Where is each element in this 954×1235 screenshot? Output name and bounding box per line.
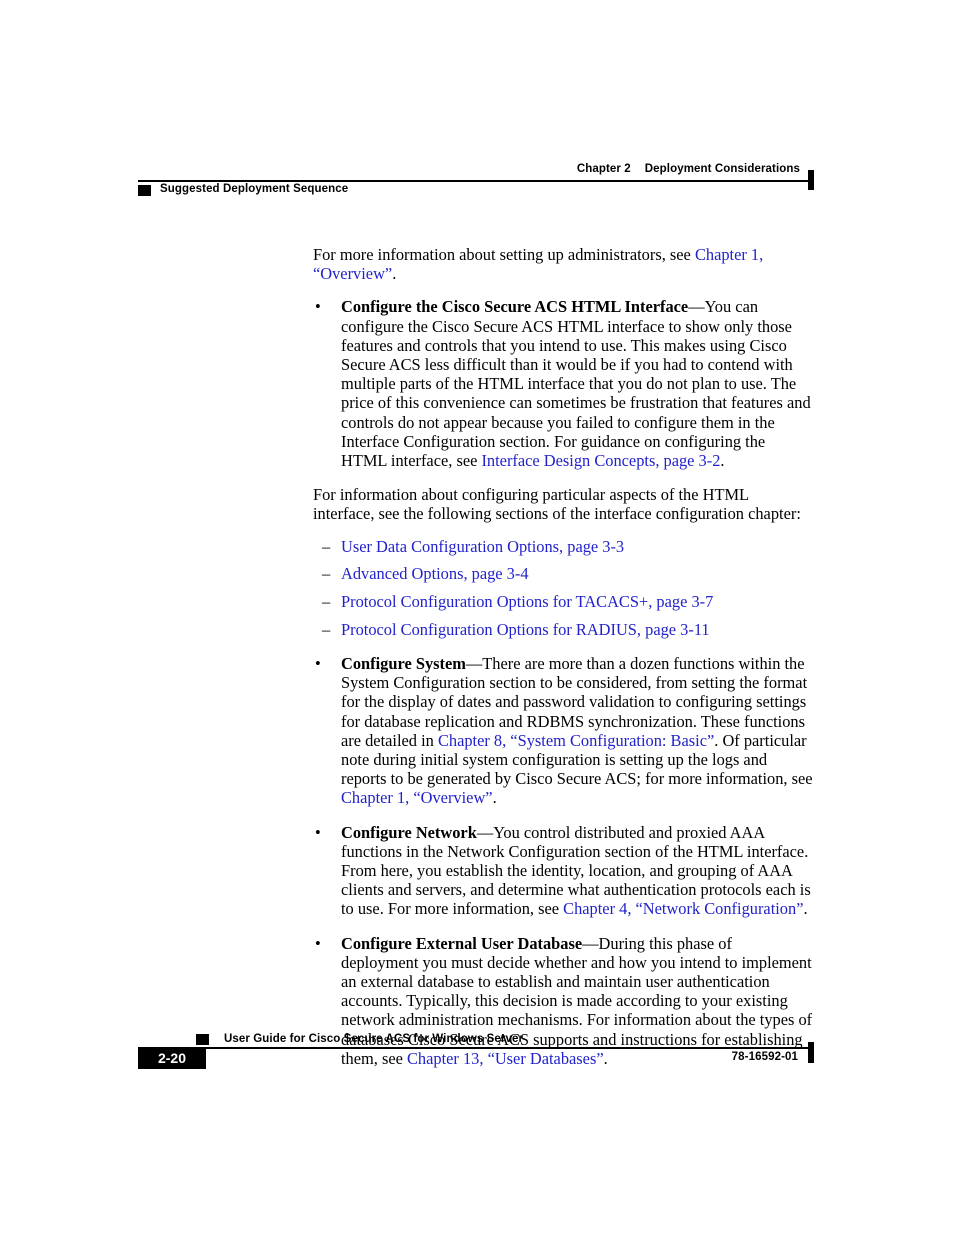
header-chapter-title: Deployment Considerations xyxy=(644,163,800,175)
page-body: For more information about setting up ad… xyxy=(313,245,813,1083)
bullet-marker-icon: • xyxy=(315,933,321,953)
bullet-text-3: . xyxy=(492,788,497,808)
sublist-item-radius-options: – Protocol Configuration Options for RAD… xyxy=(313,620,813,639)
running-footer: User Guide for Cisco Secure ACS for Wind… xyxy=(138,1033,814,1076)
bullet-term: Configure System xyxy=(341,653,466,673)
header-rule xyxy=(138,180,814,182)
intro-paragraph: For more information about setting up ad… xyxy=(313,245,813,283)
footer-endcap-bar xyxy=(808,1042,814,1063)
link-protocol-config-options-tacacs[interactable]: Protocol Configuration Options for TACAC… xyxy=(341,592,713,611)
sublist-block: For information about configuring partic… xyxy=(313,485,813,639)
sublist: – User Data Configuration Options, page … xyxy=(313,537,813,639)
header-chapter-line: Chapter 2 Deployment Considerations xyxy=(577,163,800,175)
sublist-intro-paragraph: For information about configuring partic… xyxy=(313,485,801,524)
link-chapter-8-system-configuration-basic[interactable]: Chapter 8, “System Configuration: Basic” xyxy=(438,731,714,750)
sublist-item-user-data-config: – User Data Configuration Options, page … xyxy=(313,537,813,556)
dash-marker-icon: – xyxy=(322,564,331,584)
dash-marker-icon: – xyxy=(322,592,331,612)
footer-page-number: 2-20 xyxy=(157,1050,187,1066)
link-interface-design-concepts[interactable]: Interface Design Concepts, page 3-2 xyxy=(481,451,720,470)
link-protocol-config-options-radius[interactable]: Protocol Configuration Options for RADIU… xyxy=(341,620,710,639)
dash-marker-icon: – xyxy=(322,619,331,639)
header-chapter-label: Chapter 2 xyxy=(576,163,631,175)
link-user-data-configuration-options[interactable]: User Data Configuration Options, page 3-… xyxy=(341,537,624,556)
bullet-term: Configure Network xyxy=(341,822,477,842)
bullet-configure-network: • Configure Network—You control distribu… xyxy=(313,823,813,919)
bullet-marker-icon: • xyxy=(315,297,321,317)
intro-text-1: For more information about setting up ad… xyxy=(313,245,695,264)
bullet-text-2: . xyxy=(720,451,725,471)
bullet-marker-icon: • xyxy=(315,822,321,842)
bullet-term: Configure External User Database xyxy=(341,933,583,953)
bullet-marker-icon: • xyxy=(315,653,321,673)
footer-guide-title: User Guide for Cisco Secure ACS for Wind… xyxy=(224,1033,524,1045)
link-advanced-options[interactable]: Advanced Options, page 3-4 xyxy=(341,564,529,583)
document-page: Chapter 2 Deployment Considerations Sugge… xyxy=(0,0,954,1235)
sublist-item-tacacs-options: – Protocol Configuration Options for TAC… xyxy=(313,592,813,611)
footer-document-number: 78-16592-01 xyxy=(731,1051,798,1063)
bullet-configure-system: • Configure System—There are more than a… xyxy=(313,654,813,808)
bullet-text-2: . xyxy=(803,899,808,919)
dash-marker-icon: – xyxy=(322,536,331,556)
header-section-title: Suggested Deployment Sequence xyxy=(160,183,349,195)
bullet-configure-html-interface: • Configure the Cisco Secure ACS HTML In… xyxy=(313,297,813,470)
bullet-term: Configure the Cisco Secure ACS HTML Inte… xyxy=(341,297,689,317)
link-chapter-4-network-configuration[interactable]: Chapter 4, “Network Configuration” xyxy=(563,899,803,918)
footer-square-icon xyxy=(196,1034,209,1045)
bullet-text-1: —You can configure the Cisco Secure ACS … xyxy=(341,297,811,471)
link-chapter-1-overview[interactable]: Chapter 1, “Overview” xyxy=(341,788,493,807)
running-header: Chapter 2 Deployment Considerations Sugge… xyxy=(138,163,814,199)
header-endcap-bar xyxy=(808,170,814,190)
header-square-icon xyxy=(138,185,151,196)
footer-rule xyxy=(165,1047,814,1049)
sublist-item-advanced-options: – Advanced Options, page 3-4 xyxy=(313,564,813,583)
intro-text-2: . xyxy=(392,264,397,284)
